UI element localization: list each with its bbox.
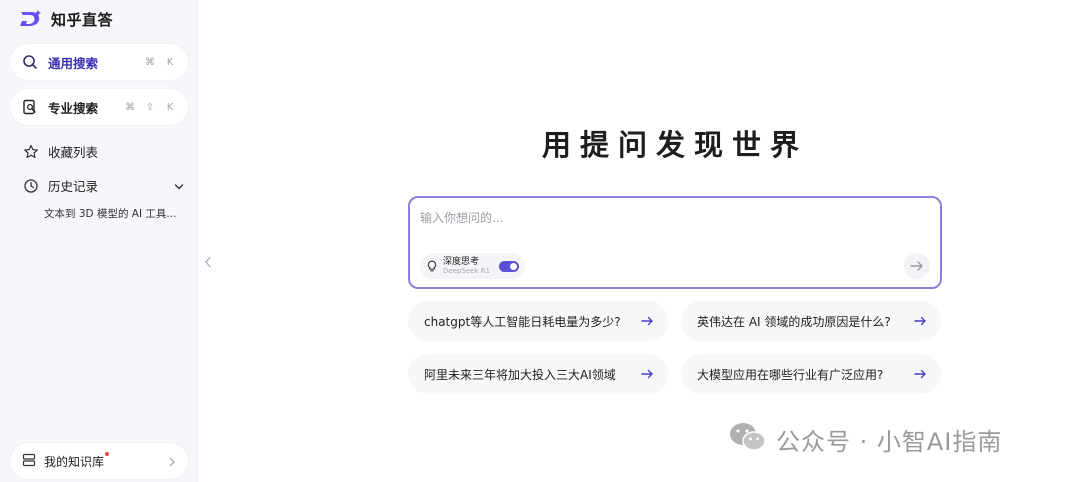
suggestion-chip[interactable]: chatgpt等人工智能日耗电量为多少? [408, 301, 668, 341]
suggestion-label: chatgpt等人工智能日耗电量为多少? [424, 314, 621, 329]
general-search-shortcut: ⌘ K [142, 57, 178, 68]
shortcut-key: ⌘ [125, 101, 135, 113]
pro-search-label: 专业搜索 [48, 100, 99, 116]
brand-name: 知乎直答 [51, 10, 114, 29]
suggestion-chip[interactable]: 大模型应用在哪些行业有广泛应用? [681, 354, 941, 394]
input-placeholder: 输入你想问的... [420, 211, 504, 225]
database-icon [22, 452, 36, 471]
sidebar-item-label: 收藏列表 [48, 145, 99, 160]
suggestion-label: 大模型应用在哪些行业有广泛应用? [697, 367, 884, 382]
suggestion-chip[interactable]: 英伟达在 AI 领域的成功原因是什么? [681, 301, 941, 341]
send-button[interactable] [904, 253, 930, 279]
sidebar-item-history[interactable]: 历史记录 [22, 176, 184, 195]
app-root: 知乎直答 通用搜索 ⌘ K 专业搜索 ⌘ ⇧ K 收藏列表 历史记录 文本到 3… [0, 0, 1080, 482]
brand-logo[interactable]: 知乎直答 [18, 8, 113, 30]
shortcut-key: ⇧ [145, 101, 155, 113]
deep-think-label: 深度思考 [443, 257, 480, 267]
shortcut-key: K [166, 56, 174, 68]
general-search-label: 通用搜索 [48, 55, 99, 71]
arrow-right-icon [914, 369, 927, 379]
knowledge-base-label: 我的知识库 [44, 451, 110, 470]
suggestion-chip[interactable]: 阿里未来三年将加大投入三大AI领域 [408, 354, 668, 394]
shortcut-key: ⌘ [145, 56, 155, 68]
deep-think-model: DeepSeek R1 [443, 267, 491, 275]
lightbulb-icon [426, 257, 438, 276]
document-search-icon [20, 97, 40, 117]
knowledge-base-text: 我的知识库 [44, 454, 105, 469]
deep-think-toggle-group[interactable]: 深度思考 DeepSeek R1 [420, 253, 526, 279]
shortcut-key: K [166, 101, 174, 113]
page-title: 用提问发现世界 [541, 128, 808, 162]
history-item[interactable]: 文本到 3D 模型的 AI 工具... [44, 206, 176, 221]
chevron-right-icon [168, 452, 176, 471]
watermark-text: 公众号 · 小智AI指南 [776, 427, 1003, 456]
arrow-right-icon [641, 316, 654, 326]
sidebar: 知乎直答 通用搜索 ⌘ K 专业搜索 ⌘ ⇧ K 收藏列表 历史记录 文本到 3… [0, 0, 198, 482]
star-icon [22, 143, 40, 161]
collapse-sidebar-icon[interactable] [203, 255, 213, 269]
general-search-button[interactable]: 通用搜索 ⌘ K [10, 44, 188, 80]
suggestion-label: 英伟达在 AI 领域的成功原因是什么? [697, 314, 891, 329]
sidebar-item-favorites[interactable]: 收藏列表 [22, 142, 184, 161]
sidebar-item-label: 历史记录 [48, 179, 99, 194]
deep-think-toggle[interactable] [499, 260, 520, 272]
question-input[interactable]: 输入你想问的... 深度思考 DeepSeek R1 [408, 196, 942, 289]
watermark: 公众号 · 小智AI指南 [728, 420, 1002, 458]
chevron-down-icon[interactable] [174, 176, 184, 195]
search-icon [20, 52, 40, 72]
zhida-logo-icon [18, 8, 44, 30]
pro-search-button[interactable]: 专业搜索 ⌘ ⇧ K [10, 89, 188, 125]
arrow-right-icon [910, 261, 923, 271]
clock-icon [22, 177, 40, 195]
pro-search-shortcut: ⌘ ⇧ K [122, 102, 178, 113]
notification-dot [105, 451, 110, 456]
deep-think-text: 深度思考 DeepSeek R1 [443, 257, 490, 275]
suggestion-label: 阿里未来三年将加大投入三大AI领域 [424, 367, 616, 382]
wechat-icon [728, 420, 768, 458]
knowledge-base-button[interactable]: 我的知识库 [10, 443, 188, 479]
arrow-right-icon [914, 316, 927, 326]
arrow-right-icon [641, 369, 654, 379]
